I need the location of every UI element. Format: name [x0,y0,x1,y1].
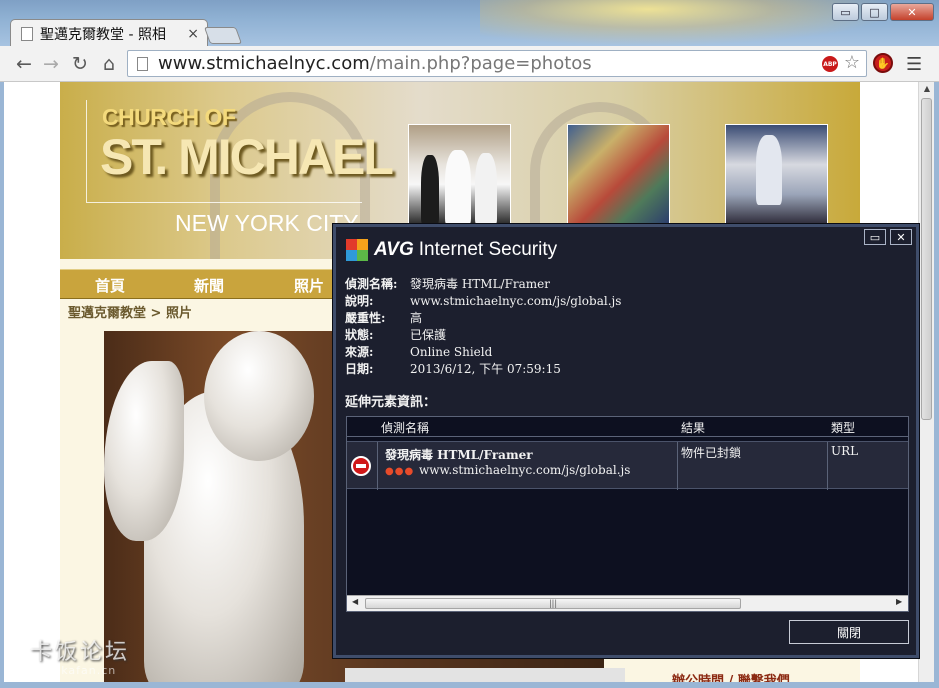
close-button[interactable]: 關閉 [789,620,909,644]
url-text: www.stmichaelnyc.com/main.php?page=photo… [158,53,592,74]
close-window-button[interactable]: ✕ [890,3,934,21]
detail-row: 來源: Online Shield [345,345,493,359]
forward-arrow-icon[interactable]: → [39,52,63,76]
table-scroll-thumb[interactable]: ||| [365,598,741,609]
detail-row: 偵測名稱: 發現病毒 HTML/Framer [345,277,551,291]
severity-dots: ●●● [385,466,415,477]
blocked-stop-icon [351,456,371,476]
forum-watermark: 卡饭论坛 [30,640,131,665]
scroll-right-icon[interactable]: ▶ [896,597,902,606]
threat-result: 物件已封鎖 [681,446,742,460]
minimize-button[interactable]: ▭ [832,3,859,21]
office-hours-link[interactable]: 辦公時間 / 聯繫我們 [672,670,790,682]
menu-icon[interactable]: ☰ [906,54,922,75]
detail-row: 嚴重性: 高 [345,311,423,325]
maximize-button[interactable]: □ [861,3,888,21]
adblock-icon[interactable]: ABP [822,56,838,72]
avg-title-area: AVG Internet Security ▭ ✕ [336,227,916,265]
threat-type: URL [831,444,859,458]
breadcrumb[interactable]: 聖邁克爾教堂 > 照片 [68,302,192,321]
browser-toolbar: ← → ↻ ⌂ www.stmichaelnyc.com/main.php?pa… [0,46,939,82]
page-icon [137,56,148,71]
column-type[interactable]: 類型 [831,419,855,436]
detection-details: 偵測名稱: 發現病毒 HTML/Framer 說明: www.stmichaelny… [345,276,621,378]
dialog-maximize-icon[interactable]: ▭ [864,229,886,245]
nav-photos[interactable]: 照片 [294,275,324,296]
window-frame-right [934,82,939,688]
table-horizontal-scrollbar[interactable]: ◀ ||| ▶ [347,595,908,611]
scroll-left-icon[interactable]: ◀ [352,597,358,606]
logo-city: NEW YORK CITY [175,210,359,236]
detail-row: 日期: 2013/6/12, 下午 07:59:15 [345,362,561,376]
reload-icon[interactable]: ↻ [68,52,92,76]
avg-logo-icon [346,239,368,261]
extension-hand-icon[interactable]: ✋ [873,53,893,73]
threat-path: www.stmichaelnyc.com/js/global.js [419,463,631,477]
new-tab-button[interactable] [203,27,243,44]
page-icon [21,26,33,41]
window-controls: ▭ □ ✕ [832,3,934,21]
table-header: 偵測名稱 結果 類型 [347,417,908,437]
dialog-close-icon[interactable]: ✕ [890,229,912,245]
window-frame-left [0,82,4,688]
logo-st-michael: ST. MICHAEL [100,129,394,185]
avg-alert-dialog: AVG Internet Security ▭ ✕ 偵測名稱: 發現病毒 HTML/… [333,224,919,658]
nav-news[interactable]: 新聞 [194,275,224,296]
browser-tab[interactable]: 聖邁克爾教堂 - 照相 × [10,19,208,47]
detail-row: 狀態: 已保護 [345,328,447,342]
scroll-thumb[interactable] [921,98,932,420]
window-frame-bottom [0,682,939,688]
table-row[interactable]: 發現病毒 HTML/Framer ●●● www.stmichaelnyc.co… [347,441,908,490]
detection-table: 偵測名稱 結果 類型 發現病毒 HTML/Framer ●●● www.stmi… [346,416,909,612]
detail-row: 說明: www.stmichaelnyc.com/js/global.js [345,294,622,308]
forum-watermark-url: bbs.kafan.cn [34,664,117,677]
column-divider [677,442,678,490]
photo-mary-statue[interactable] [725,124,828,225]
avg-product-name: AVG Internet Security [374,239,558,260]
photo-communion-children[interactable] [408,124,511,225]
column-result[interactable]: 結果 [681,419,705,436]
page-vertical-scrollbar[interactable]: ▲ [918,82,934,682]
home-icon[interactable]: ⌂ [97,52,121,76]
window-titlebar: 聖邁克爾教堂 - 照相 × ▭ □ ✕ [0,0,939,47]
tab-title: 聖邁克爾教堂 - 照相 [40,26,166,43]
nav-home[interactable]: 首頁 [95,275,125,296]
address-bar[interactable]: www.stmichaelnyc.com/main.php?page=photo… [127,50,867,77]
tab-close-icon[interactable]: × [187,26,199,42]
column-detection-name[interactable]: 偵測名稱 [381,419,429,436]
photo-stained-glass[interactable] [567,124,670,225]
back-arrow-icon[interactable]: ← [12,52,36,76]
page-bottom-bar [345,668,625,682]
scroll-up-icon[interactable]: ▲ [919,82,935,96]
column-divider [377,442,378,490]
extended-info-heading: 延伸元素資訊： [345,395,437,410]
bookmark-star-icon[interactable]: ☆ [844,52,860,73]
logo-church-of: CHURCH OF [102,104,236,130]
column-divider [827,442,828,490]
threat-name: 發現病毒 HTML/Framer [385,448,533,462]
